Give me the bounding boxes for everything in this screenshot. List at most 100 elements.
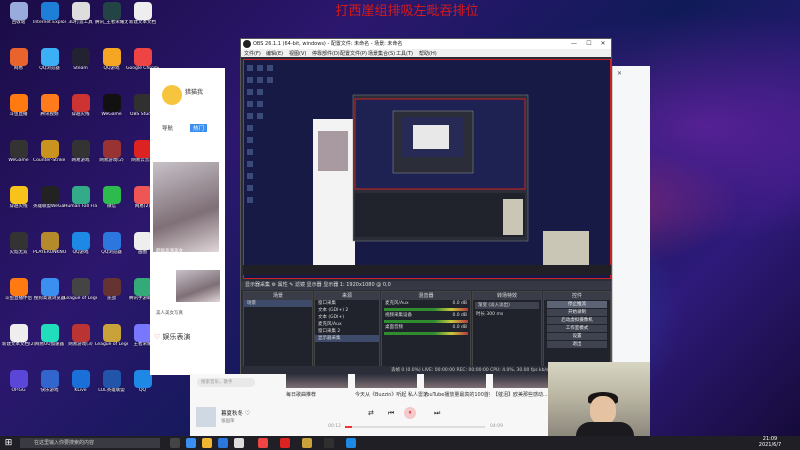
explorer-icon[interactable] (186, 438, 196, 448)
desktop-shortcut[interactable]: PLAYERUNKNOWN'S BATTLEGR... (33, 232, 66, 266)
desktop-shortcut[interactable]: 逆战 (95, 278, 128, 312)
desktop-shortcut[interactable]: OP.GG (2, 370, 35, 404)
start-button[interactable]: ⊞ (2, 437, 15, 449)
previous-icon[interactable]: ⏮ (388, 409, 394, 418)
desktop-shortcut[interactable]: 腾讯_王者荣耀无限火力 (95, 2, 128, 36)
tab-hot[interactable]: 热门 (190, 124, 208, 132)
close-icon[interactable]: ✕ (617, 70, 622, 77)
music-search-input[interactable]: 搜索音乐，歌手 (197, 378, 255, 387)
lol-icon[interactable] (302, 438, 312, 448)
menu-view[interactable]: 视图(V) (289, 50, 306, 57)
netease-music-icon[interactable] (280, 438, 290, 448)
desktop-shortcut[interactable]: LOL英雄联盟 (95, 370, 128, 404)
browser-window-right: ✕ (612, 66, 650, 366)
desktop-shortcut[interactable]: QQ浏览器 (33, 48, 66, 82)
source-item[interactable]: 麦克风/Aux (315, 321, 379, 328)
desktop-shortcut[interactable]: 新建文本文档 (126, 2, 159, 36)
sogou-icon[interactable] (234, 438, 244, 448)
taskbar-search-input[interactable]: 在这里输入你要搜索的内容 (20, 438, 160, 448)
task-view-icon[interactable] (170, 438, 180, 448)
studio-mode-button[interactable]: 工作室模式 (547, 325, 607, 332)
source-item[interactable]: 窗口采集 2 (315, 328, 379, 335)
menu-file[interactable]: 文件(F) (244, 50, 261, 57)
minimize-button[interactable]: — (567, 39, 581, 49)
menu-help[interactable]: 帮助(H) (419, 50, 437, 57)
playlist-card[interactable] (355, 374, 417, 388)
qq-browser-icon[interactable] (218, 438, 228, 448)
transition-duration[interactable]: 时长 300 ms (473, 311, 541, 318)
desktop-shortcut[interactable]: 网易游戏(3) (64, 324, 97, 358)
qq-icon[interactable] (346, 438, 356, 448)
like-icon[interactable]: ♡ (245, 410, 250, 417)
menu-tools[interactable]: 工具(T) (396, 50, 413, 57)
stop-stream-button[interactable]: 停止推流 (547, 301, 607, 308)
desktop-shortcut[interactable]: 网易游戏(2) (95, 140, 128, 174)
taskbar-clock[interactable]: 21:09 2021/6/7 (752, 436, 788, 448)
desktop-shortcut[interactable]: 穿越火线 (64, 94, 97, 128)
obs-icon[interactable] (324, 438, 334, 448)
tab-nav[interactable]: 导航 (162, 124, 173, 132)
desktop-shortcut[interactable]: 腾讯视频 (33, 94, 66, 128)
menu-docks[interactable]: 停靠部件(D) (312, 50, 340, 57)
chrome-icon[interactable] (258, 438, 268, 448)
sources-header: 来源 (315, 292, 379, 300)
source-toolbar[interactable]: 显示器采集 ⚙ 属性 ✎ 滤镜 显示器 显示器 1: 1920x1080 @ 0… (241, 281, 611, 290)
close-button[interactable]: ✕ (596, 39, 610, 49)
shuffle-icon[interactable]: ⇄ (368, 409, 374, 417)
source-item[interactable]: 文本 (GDI+) (315, 314, 379, 321)
playlist-card[interactable] (424, 374, 486, 388)
settings-button[interactable]: 设置 (547, 333, 607, 340)
desktop-shortcut[interactable]: QQ游戏 (95, 48, 128, 82)
menu-edit[interactable]: 编辑(E) (266, 50, 283, 57)
desktop-shortcut[interactable]: 网易 (2, 48, 35, 82)
menu-scene-collection[interactable]: 场景集合(S) (368, 50, 395, 57)
desktop-shortcut[interactable]: 英雄联盟WeGame版 (33, 186, 66, 220)
photo-thumbnail[interactable] (153, 162, 219, 252)
photo-thumbnail-2[interactable] (176, 270, 220, 302)
next-icon[interactable]: ⏭ (434, 409, 440, 418)
desktop-shortcut[interactable]: Human Fall Flat (64, 186, 97, 220)
desktop-shortcut[interactable]: 快乐游戏 (33, 370, 66, 404)
desktop-shortcut[interactable]: 网易游戏 (64, 140, 97, 174)
desktop-shortcut[interactable]: Steam (64, 48, 97, 82)
desktop-shortcut[interactable]: Counter-Strike Global Off... (33, 140, 66, 174)
menu-profile[interactable]: 配置文件(P) (340, 50, 367, 57)
desktop-shortcut[interactable]: League of Legends (64, 278, 97, 312)
playback-progress[interactable] (345, 426, 485, 428)
desktop-shortcut[interactable]: 斗鱼直播 (2, 94, 35, 128)
desktop-shortcut[interactable]: League of Legends (95, 324, 128, 358)
maximize-button[interactable]: ☐ (582, 39, 596, 49)
desktop-shortcut[interactable]: WeGame (2, 140, 35, 174)
scene-item[interactable]: 场景 (244, 300, 312, 307)
playlist-card[interactable] (493, 374, 548, 388)
pause-button[interactable]: ⏸ (404, 407, 416, 419)
playlist-card[interactable] (286, 374, 348, 388)
desktop-shortcut[interactable]: QQ游戏 (64, 232, 97, 266)
folder-icon[interactable] (202, 438, 212, 448)
start-recording-button[interactable]: 开始录制 (547, 309, 607, 316)
desktop-shortcut[interactable]: KLive (64, 370, 97, 404)
desktop-shortcut[interactable]: 穿越火线 (2, 186, 35, 220)
desktop-shortcut[interactable]: QQ浏览器 (95, 232, 128, 266)
desktop-shortcut[interactable]: Internet Explorer (33, 2, 66, 36)
desktop-shortcut[interactable]: QQ (126, 370, 159, 404)
desktop-shortcut[interactable]: 斗鱼直播伴侣 (2, 278, 35, 312)
virtual-camera-button[interactable]: 启动虚拟摄像机 (547, 317, 607, 324)
source-item[interactable]: 窗口采集 (315, 300, 379, 307)
source-item[interactable]: 文本 (GDI+) 2 (315, 307, 379, 314)
desktop-shortcut[interactable]: 搜狗高速浏览器 (33, 278, 66, 312)
obs-preview-canvas[interactable] (242, 58, 612, 280)
source-item[interactable]: 显示器采集 (315, 335, 379, 342)
album-cover[interactable] (196, 407, 216, 427)
desktop-shortcut[interactable]: 3D打造工具 (64, 2, 97, 36)
desktop-shortcut[interactable]: 火焰无双 (2, 232, 35, 266)
shortcut-label: QQ浏览器 (101, 250, 122, 255)
transition-select[interactable]: 渐变 (淡入淡出) (475, 302, 539, 309)
exit-button[interactable]: 退出 (547, 341, 607, 348)
app-icon (133, 2, 152, 20)
desktop-shortcut[interactable]: 微信 (95, 186, 128, 220)
desktop-shortcut[interactable]: 回收站 (2, 2, 35, 36)
desktop-shortcut[interactable]: 新建文本文档(2) (2, 324, 35, 358)
desktop-shortcut[interactable]: WeGame (95, 94, 128, 128)
desktop-shortcut[interactable]: 网易UU加速器 (33, 324, 66, 358)
